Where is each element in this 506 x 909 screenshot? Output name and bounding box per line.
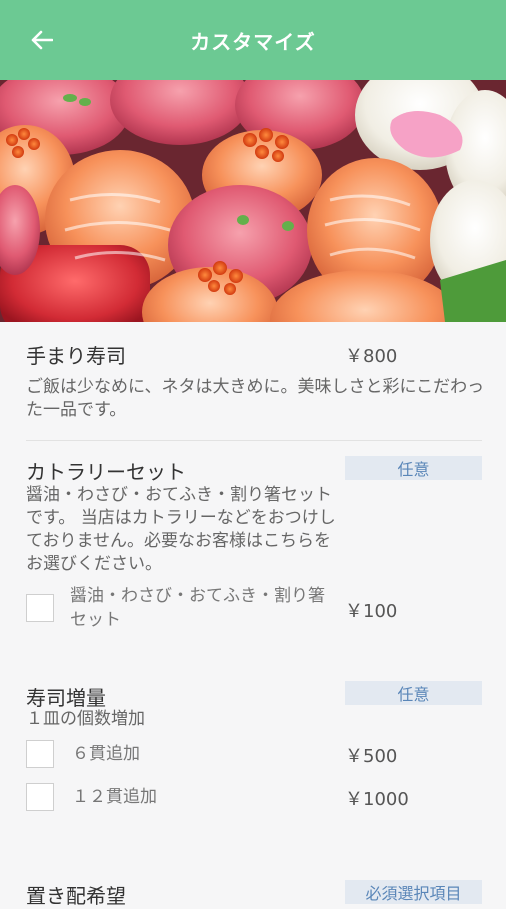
section-title-sushi-extra: 寿司増量 bbox=[26, 686, 106, 710]
option-checkbox-6-pieces[interactable] bbox=[26, 740, 54, 768]
section-description-cutlery: 醤油・わさび・おてふき・割り箸セットです。 当店はカトラリーなどをおつけしており… bbox=[26, 485, 336, 574]
divider bbox=[26, 440, 482, 441]
section-title-delivery: 置き配希望 bbox=[26, 884, 126, 908]
option-label-12-pieces: １２貫追加 bbox=[72, 787, 157, 807]
option-label-cutlery-set: 醤油・わさび・おてふき・割り箸セット bbox=[70, 586, 325, 630]
product-image bbox=[0, 80, 506, 322]
option-label-6-pieces: ６貫追加 bbox=[72, 744, 140, 764]
app-bar: カスタマイズ bbox=[0, 0, 506, 80]
option-checkbox-12-pieces[interactable] bbox=[26, 783, 54, 811]
product-description: ご飯は少なめに、ネタは大きめに。美味しさと彩にこだわった一品です。 bbox=[26, 377, 485, 420]
optional-badge: 任意 bbox=[345, 681, 482, 705]
option-price-cutlery-set: ￥100 bbox=[345, 601, 398, 622]
section-description-sushi-extra: １皿の個数増加 bbox=[26, 709, 145, 729]
required-badge: 必須選択項目 bbox=[345, 880, 482, 904]
option-price-6-pieces: ￥500 bbox=[345, 746, 398, 767]
section-title-cutlery: カトラリーセット bbox=[26, 460, 186, 484]
option-price-12-pieces: ￥1000 bbox=[345, 789, 409, 810]
optional-badge: 任意 bbox=[345, 456, 482, 480]
product-name: 手まり寿司 bbox=[26, 344, 126, 368]
page-title: カスタマイズ bbox=[190, 30, 316, 54]
product-price: ￥800 bbox=[345, 346, 398, 367]
option-checkbox-cutlery-set[interactable] bbox=[26, 594, 54, 622]
